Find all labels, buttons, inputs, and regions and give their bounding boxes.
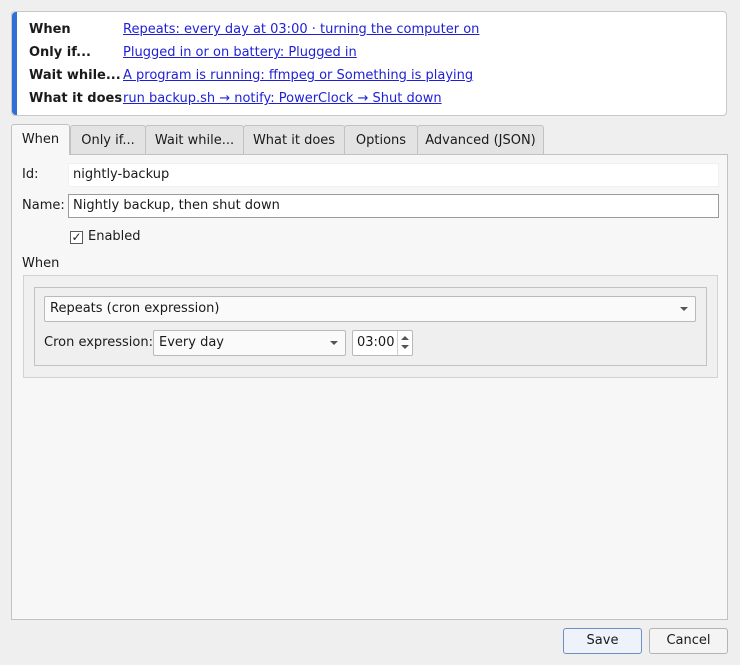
chevron-down-icon — [680, 307, 688, 311]
when-section-title: When — [22, 256, 60, 271]
when-group: Repeats (cron expression) Cron expressio… — [23, 275, 718, 378]
save-button[interactable]: Save — [563, 628, 642, 654]
cron-expression-label: Cron expression: — [44, 335, 153, 350]
name-label: Name: — [22, 198, 65, 213]
cron-time-spinbox[interactable]: 03:00 — [352, 330, 413, 356]
trigger-frame: Repeats (cron expression) Cron expressio… — [34, 287, 707, 366]
tab-what-it-does[interactable]: What it does — [243, 125, 345, 154]
tab-wait-while[interactable]: Wait while... — [145, 125, 244, 154]
chevron-down-icon — [330, 341, 338, 345]
enabled-label: Enabled — [88, 229, 141, 244]
cron-time-value: 03:00 — [357, 335, 395, 350]
summary-key: When — [29, 22, 71, 37]
name-field[interactable]: Nightly backup, then shut down — [68, 194, 719, 218]
cancel-button[interactable]: Cancel — [649, 628, 728, 654]
id-field[interactable]: nightly-backup — [68, 163, 719, 187]
spin-up-icon[interactable] — [401, 336, 409, 340]
summary-key: Only if... — [29, 45, 91, 60]
tab-advanced-json[interactable]: Advanced (JSON) — [417, 125, 544, 154]
summary-link-only-if[interactable]: Plugged in or on battery: Plugged in — [123, 43, 357, 63]
tab-when[interactable]: When — [11, 124, 70, 155]
spin-buttons — [397, 331, 412, 355]
summary-link-when[interactable]: Repeats: every day at 03:00 · turning th… — [123, 20, 479, 40]
summary-key: What it does — [29, 91, 123, 106]
cron-preset-dropdown[interactable]: Every day — [153, 330, 346, 356]
id-label: Id: — [22, 167, 39, 182]
when-tab-panel: Id: nightly-backup Name: Nightly backup,… — [11, 154, 728, 620]
tab-only-if[interactable]: Only if... — [70, 125, 146, 154]
trigger-type-value: Repeats (cron expression) — [50, 301, 220, 316]
summary-link-wait-while[interactable]: A program is running: ffmpeg or Somethin… — [123, 66, 473, 86]
summary-key: Wait while... — [29, 68, 121, 83]
trigger-summary: When Repeats: every day at 03:00 · turni… — [11, 11, 727, 116]
summary-accent-bar — [12, 12, 17, 115]
tab-options[interactable]: Options — [344, 125, 418, 154]
trigger-type-dropdown[interactable]: Repeats (cron expression) — [44, 296, 696, 322]
summary-link-what-it-does[interactable]: run backup.sh → notify: PowerClock → Shu… — [123, 89, 442, 109]
spin-down-icon[interactable] — [401, 345, 409, 349]
enabled-checkbox[interactable]: ✓ — [70, 231, 83, 244]
check-mark-icon: ✓ — [71, 230, 82, 244]
cron-preset-value: Every day — [159, 335, 224, 350]
